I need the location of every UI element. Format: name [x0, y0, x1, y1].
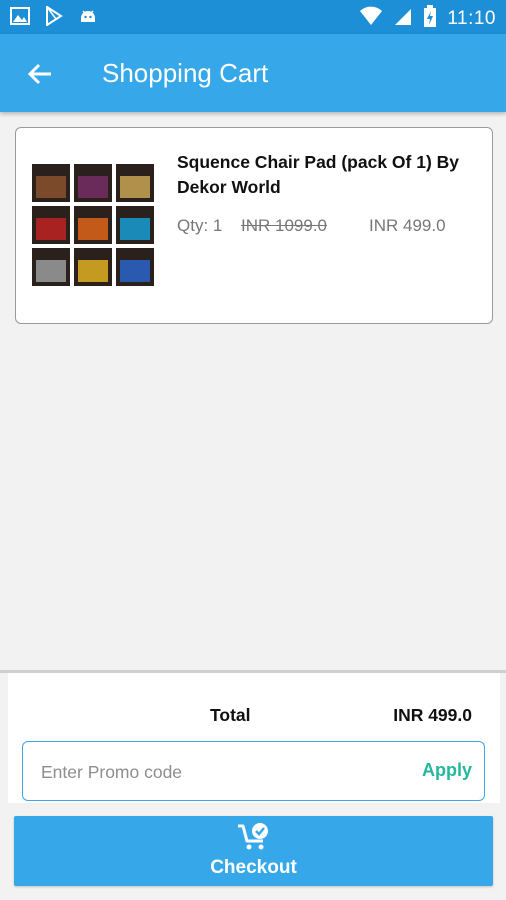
checkout-button[interactable]: Checkout [14, 816, 493, 886]
product-image [30, 162, 156, 288]
signal-icon [393, 5, 413, 32]
play-store-icon [44, 5, 64, 31]
checkout-label: Checkout [210, 857, 297, 878]
sale-price: INR 499.0 [369, 216, 446, 235]
cart-item-card[interactable]: Squence Chair Pad (pack Of 1) By Dekor W… [15, 127, 493, 324]
gallery-icon [10, 6, 30, 31]
total-label: Total [210, 705, 251, 725]
battery-icon [423, 4, 437, 33]
product-name: Squence Chair Pad (pack Of 1) By Dekor W… [177, 152, 460, 197]
total-value: INR 499.0 [393, 705, 472, 725]
original-price: INR 1099.0 [241, 216, 327, 235]
wifi-icon [359, 5, 383, 32]
android-icon [78, 6, 98, 31]
page-title: Shopping Cart [102, 58, 269, 88]
app-bar: Shopping Cart [0, 34, 506, 112]
cart-check-icon [238, 823, 268, 850]
quantity-label: Qty: 1 [177, 216, 223, 235]
promo-code-input[interactable] [41, 758, 381, 786]
status-bar: 11:10 [0, 0, 506, 34]
back-arrow-icon [27, 63, 51, 85]
back-button[interactable] [22, 56, 58, 92]
apply-button[interactable]: Apply [422, 760, 472, 781]
status-time: 11:10 [447, 7, 496, 29]
promo-code-box: Apply [22, 741, 485, 801]
